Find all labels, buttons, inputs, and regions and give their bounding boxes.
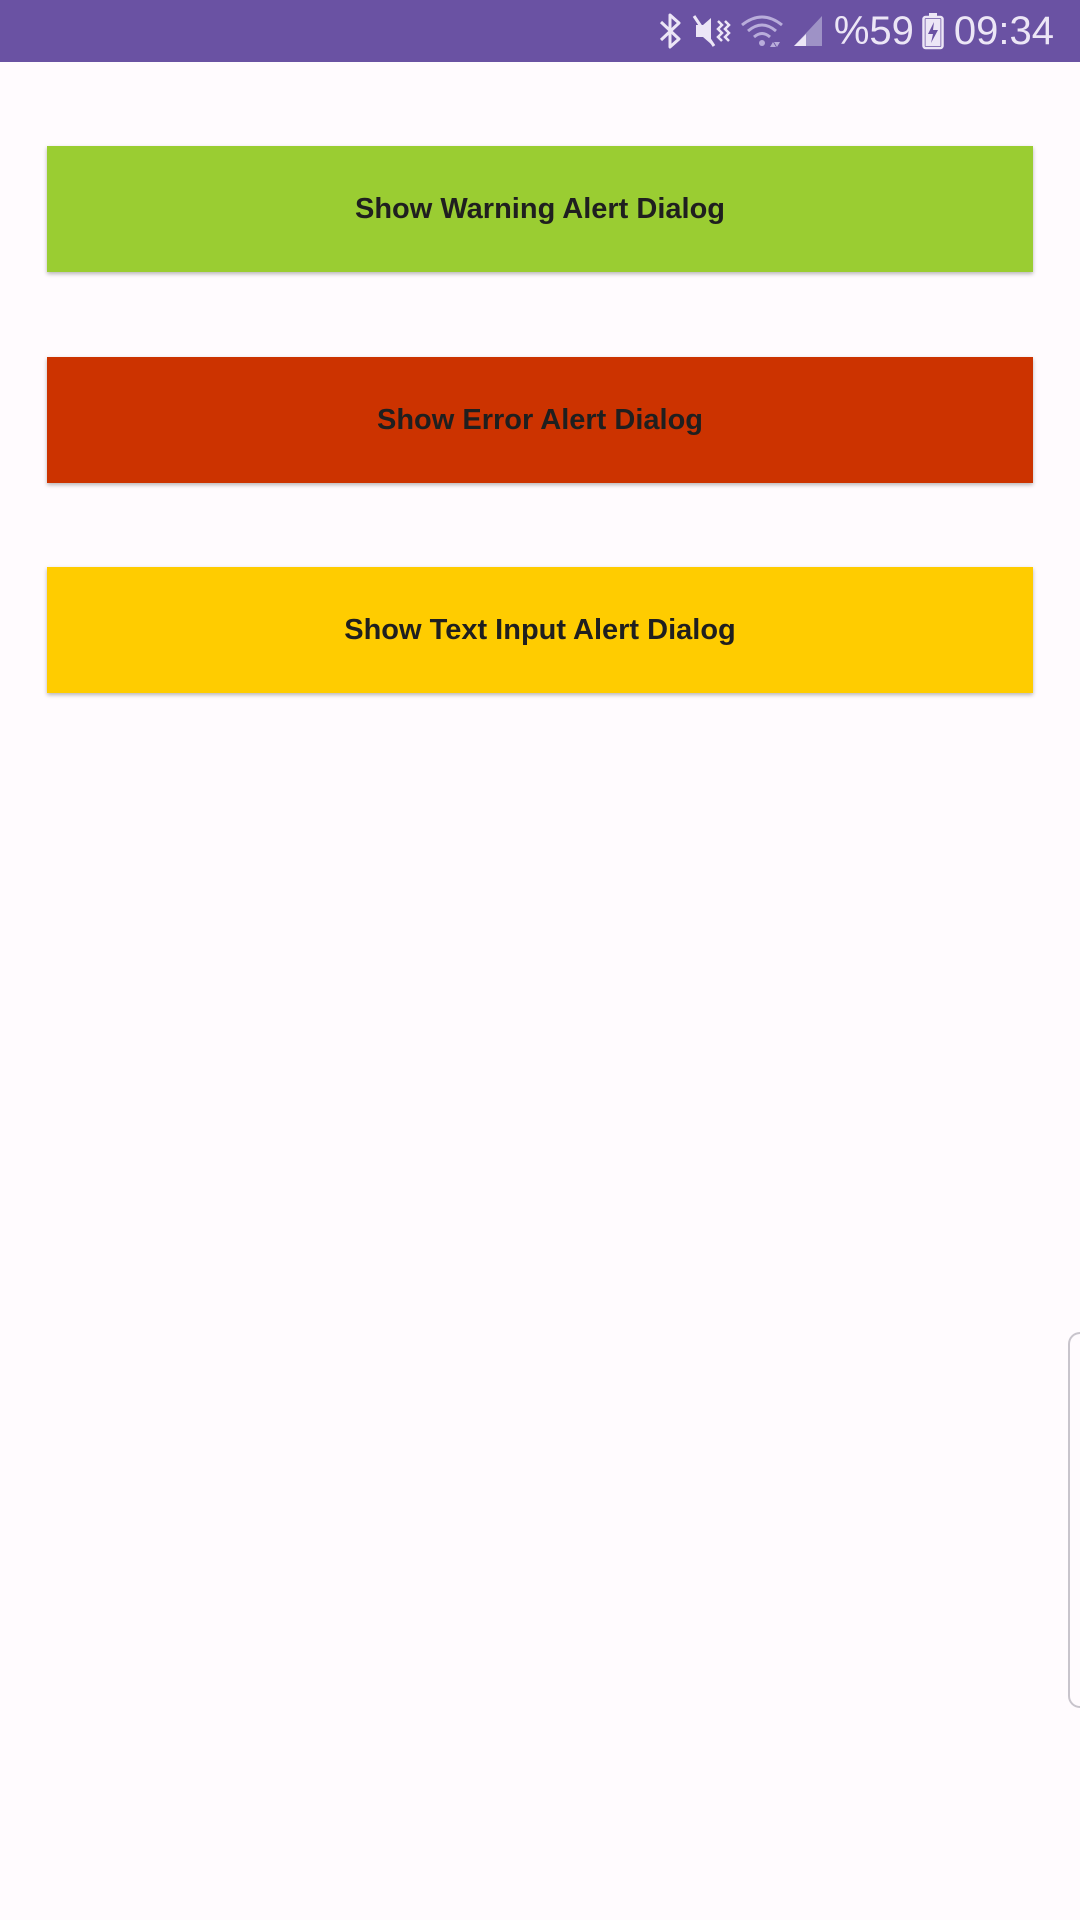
bluetooth-icon	[658, 12, 684, 50]
signal-icon	[792, 14, 824, 48]
status-time: 09:34	[953, 8, 1054, 53]
status-bar: %59 09:34	[0, 0, 1080, 62]
mute-vibrate-icon	[692, 13, 732, 49]
show-warning-alert-dialog-button[interactable]: Show Warning Alert Dialog	[47, 146, 1033, 272]
edge-panel-handle[interactable]	[1068, 1332, 1080, 1708]
battery-charging-icon	[922, 12, 944, 50]
text-input-button-label: Show Text Input Alert Dialog	[344, 613, 736, 646]
wifi-icon	[740, 13, 784, 49]
show-error-alert-dialog-button[interactable]: Show Error Alert Dialog	[47, 357, 1033, 483]
show-text-input-alert-dialog-button[interactable]: Show Text Input Alert Dialog	[47, 567, 1033, 693]
battery-percentage: %59	[833, 8, 914, 53]
warning-button-label: Show Warning Alert Dialog	[354, 192, 726, 225]
error-button-label: Show Error Alert Dialog	[376, 403, 704, 436]
